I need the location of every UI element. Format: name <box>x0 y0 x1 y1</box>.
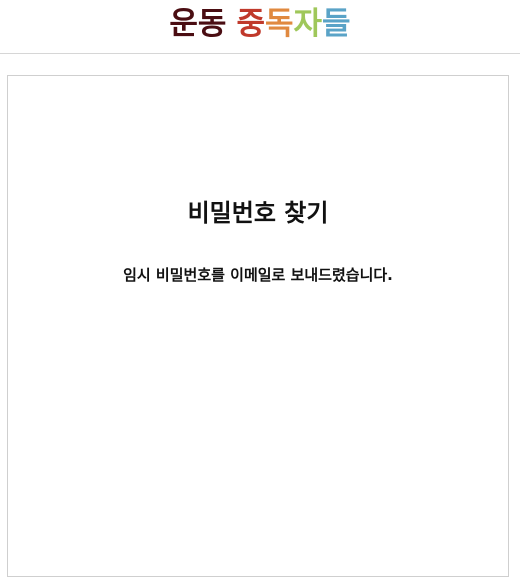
logo-text-part: 들 <box>322 6 351 42</box>
password-recovery-card: 비밀번호 찾기 임시 비밀번호를 이메일로 보내드렸습니다. <box>7 75 509 577</box>
logo-text-part: 독 <box>264 6 294 42</box>
confirmation-message: 임시 비밀번호를 이메일로 보내드렸습니다. <box>123 266 393 284</box>
page-title: 비밀번호 찾기 <box>187 199 329 227</box>
logo-text-part: 자 <box>293 6 323 42</box>
logo-text-part: 운동 <box>169 6 227 42</box>
site-logo[interactable]: 운동 중 독 자 들 <box>169 9 350 40</box>
app-header: 운동 중 독 자 들 <box>0 0 520 54</box>
logo-text-part: 중 <box>236 6 265 42</box>
